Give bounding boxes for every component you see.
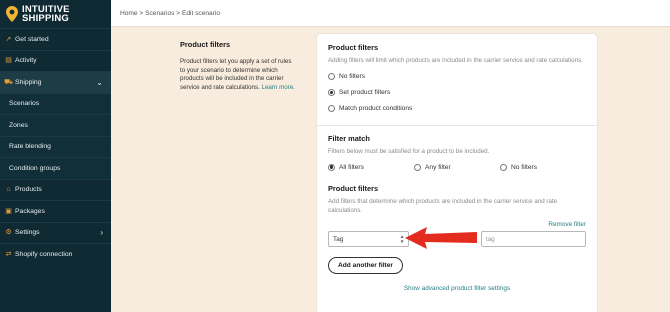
sidebar-item-label: Shopify connection: [15, 250, 73, 258]
radio-button-selected[interactable]: [328, 163, 335, 171]
sidebar: INTUITIVE SHIPPING ➚ Get started ▤ Activ…: [0, 0, 111, 312]
filter-match-options: All filters Any filter No filters: [328, 159, 586, 175]
gear-icon: ⚙: [5, 229, 12, 237]
sidebar-item-packages[interactable]: ▣ Packages: [0, 200, 111, 222]
chevron-down-icon: ⌄: [96, 77, 103, 87]
sidebar-item-label: Scenarios: [9, 100, 40, 108]
sidebar-item-label: Get started: [15, 35, 49, 43]
section-title: Product filters: [180, 40, 231, 49]
link-icon: ⇄: [5, 250, 12, 258]
radio-button[interactable]: [328, 105, 335, 112]
sidebar-item-label: Products: [15, 186, 42, 194]
radio-set-product-filters[interactable]: Set product filters: [328, 85, 586, 101]
radio-any-filter[interactable]: Any filter: [414, 159, 500, 175]
radio-no-filters[interactable]: No filters: [328, 69, 586, 85]
product-filters-card: Product filters Adding filters will limi…: [317, 34, 597, 312]
sidebar-item-label: Rate blending: [9, 143, 51, 151]
truck-icon: ⛟: [4, 78, 13, 86]
sidebar-item-products[interactable]: ⌂ Products: [0, 178, 111, 201]
radio-all-filters[interactable]: All filters: [328, 159, 414, 175]
sidebar-item-label: Activity: [15, 57, 37, 65]
sidebar-item-rate-blending[interactable]: Rate blending: [0, 135, 111, 157]
filter-match-help: Filters below must be satisfied for a pr…: [328, 147, 490, 155]
tag-input[interactable]: tag: [480, 231, 586, 247]
section-description: Product filters let you apply a set of r…: [180, 58, 295, 91]
box-icon: ▣: [5, 207, 12, 215]
filter-field-select[interactable]: Tag ▲ ▼: [328, 231, 410, 247]
sidebar-item-label: Condition groups: [9, 164, 61, 172]
annotation-arrow-icon: [405, 227, 477, 249]
radio-match-product-conditions[interactable]: Match product conditions: [328, 101, 586, 117]
radio-button-selected[interactable]: [328, 89, 335, 96]
sidebar-item-shopify-connection[interactable]: ⇄ Shopify connection: [0, 243, 111, 265]
product-filters-title: Product filters: [328, 43, 379, 52]
radio-no-filters-match[interactable]: No filters: [500, 159, 586, 175]
filters-help: Add filters that determine which product…: [328, 198, 558, 214]
sidebar-item-shipping[interactable]: ⛟ Shipping ⌄: [0, 71, 111, 93]
learn-more-link[interactable]: Learn more.: [262, 84, 295, 91]
radio-button[interactable]: [414, 163, 421, 171]
chevron-right-icon: ›: [100, 228, 103, 238]
add-another-filter-button[interactable]: Add another filter: [328, 257, 403, 274]
filters-title: Product filters: [328, 184, 379, 193]
top-bar: Home > Scenarios > Edit scenario: [111, 0, 670, 27]
sidebar-item-get-started[interactable]: ➚ Get started: [0, 28, 111, 50]
filter-match-title: Filter match: [328, 133, 370, 143]
breadcrumb[interactable]: Home > Scenarios > Edit scenario: [120, 10, 220, 17]
activity-icon: ▤: [5, 57, 12, 65]
sidebar-item-label: Zones: [9, 121, 28, 129]
sidebar-item-zones[interactable]: Zones: [0, 114, 111, 136]
location-pin-icon: [6, 6, 18, 22]
sidebar-item-settings[interactable]: ⚙ Settings ›: [0, 221, 111, 244]
sidebar-item-label: Shipping: [15, 78, 42, 86]
divider: [317, 124, 597, 126]
select-updown-icon: ▲ ▼: [399, 234, 405, 244]
brand-name: INTUITIVE SHIPPING: [22, 4, 70, 24]
product-filters-help: Adding filters will limit which products…: [328, 57, 583, 64]
show-advanced-settings-link[interactable]: Show advanced product filter settings: [328, 285, 586, 292]
rocket-icon: ➚: [5, 35, 12, 43]
sidebar-item-label: Settings: [15, 229, 40, 237]
radio-button[interactable]: [500, 163, 507, 171]
radio-button[interactable]: [328, 73, 335, 80]
sidebar-item-activity[interactable]: ▤ Activity: [0, 49, 111, 72]
sidebar-item-scenarios[interactable]: Scenarios: [0, 92, 111, 114]
sidebar-item-condition-groups[interactable]: Condition groups: [0, 157, 111, 179]
product-filters-description: Product filters Product filters let you …: [180, 40, 295, 92]
tag-icon: ⌂: [6, 186, 11, 194]
brand-logo[interactable]: INTUITIVE SHIPPING: [0, 0, 111, 28]
sidebar-item-label: Packages: [15, 207, 45, 215]
